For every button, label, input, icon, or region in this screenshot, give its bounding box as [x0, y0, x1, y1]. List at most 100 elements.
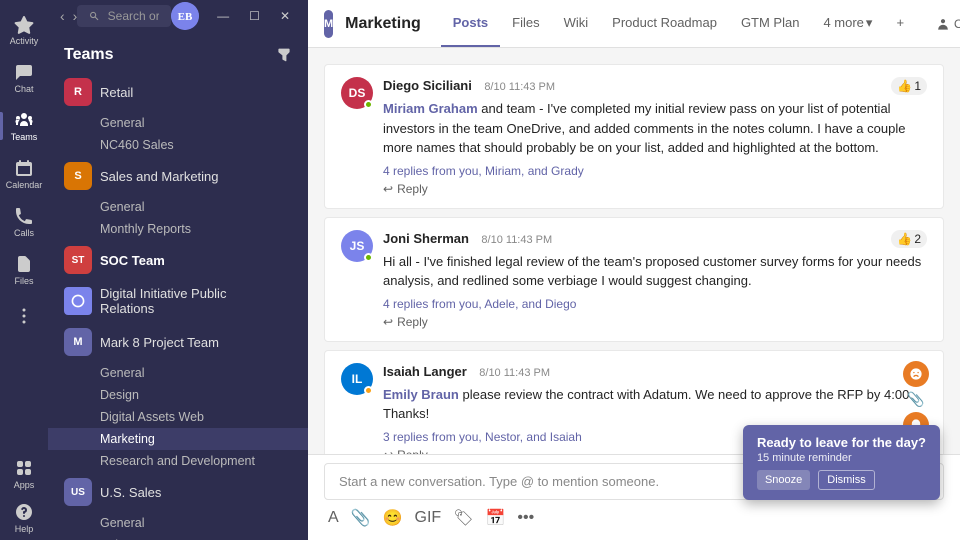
team-item-digital[interactable]: Digital Initiative Public Relations ••• — [48, 280, 308, 322]
snooze-button[interactable]: Snooze — [757, 470, 810, 490]
window-controls: — ☐ ✕ — [211, 7, 296, 25]
team-item-retail[interactable]: R Retail ••• — [48, 72, 308, 112]
channel-title: Marketing — [345, 15, 421, 33]
reply-arrow-icon: ↩ — [383, 448, 393, 455]
more-options-icon[interactable]: ••• — [513, 505, 538, 531]
team-item-soc[interactable]: ST SOC Team ••• — [48, 240, 308, 280]
teams-label: Teams — [11, 132, 38, 142]
sidebar-item-apps[interactable]: Apps — [0, 452, 48, 496]
apps-icon — [14, 458, 34, 478]
sidebar-item-more[interactable] — [0, 300, 48, 332]
channel-mark8-marketing[interactable]: Marketing — [48, 428, 308, 450]
channel-ussales-general[interactable]: General — [48, 512, 308, 534]
channel-mark8-design[interactable]: Design — [48, 384, 308, 406]
tab-gtm-plan[interactable]: GTM Plan — [729, 1, 812, 47]
teams-filter-icon[interactable] — [276, 47, 292, 63]
channel-mark8-general[interactable]: General — [48, 362, 308, 384]
team-item-sales-marketing[interactable]: S Sales and Marketing ••• — [48, 156, 308, 196]
nav-back[interactable]: ‹ — [60, 8, 65, 24]
channel-retail-nc460[interactable]: NC460 Sales — [48, 134, 308, 156]
sidebar-item-calendar[interactable]: Calendar — [0, 152, 48, 196]
channel-ussales-east[interactable]: Sales East — [48, 534, 308, 540]
replies-link[interactable]: 4 replies from you, Miriam, and Grady — [383, 164, 927, 178]
tab-posts[interactable]: Posts — [441, 1, 500, 47]
channel-sales-general[interactable]: General — [48, 196, 308, 218]
status-badge — [364, 386, 373, 395]
team-avatar-sales: S — [64, 162, 92, 190]
toast-text: 15 minute reminder — [757, 452, 926, 464]
channel-mark8-rd[interactable]: Research and Development — [48, 450, 308, 472]
avatar: JS — [341, 230, 373, 262]
format-icon[interactable]: A — [324, 505, 343, 531]
search-input[interactable] — [108, 9, 160, 23]
channel-mark8-digital[interactable]: Digital Assets Web — [48, 406, 308, 428]
message-body: Joni Sherman 8/10 11:43 PM Hi all - I've… — [383, 230, 927, 329]
help-icon — [14, 502, 34, 522]
top-bar-right: EB — ☐ ✕ — [171, 2, 296, 30]
org-button[interactable]: Org — [928, 13, 960, 35]
message-time: 8/10 11:43 PM — [484, 81, 555, 93]
minimize-button[interactable]: — — [211, 7, 235, 25]
channel-header-right: Org Meet ▾ ⓘ ••• — [928, 8, 960, 40]
channel-monthly-reports[interactable]: Monthly Reports — [48, 218, 308, 240]
org-icon — [936, 17, 950, 31]
sidebar-item-chat[interactable]: Chat — [0, 56, 48, 100]
more-icon — [14, 306, 34, 326]
files-label: Files — [14, 276, 33, 286]
reaction-badge[interactable]: 👍 2 — [891, 230, 927, 248]
user-avatar[interactable]: EB — [171, 2, 199, 30]
maximize-button[interactable]: ☐ — [243, 7, 266, 25]
teams-panel-title: Teams — [64, 46, 114, 64]
attach-icon[interactable]: 📎 — [347, 504, 375, 532]
reply-arrow-icon: ↩ — [383, 315, 393, 329]
gif-icon[interactable]: GIF — [411, 505, 446, 531]
dismiss-button[interactable]: Dismiss — [818, 470, 875, 490]
avatar: IL — [341, 363, 373, 395]
tab-product-roadmap[interactable]: Product Roadmap — [600, 1, 729, 47]
emoji-icon[interactable]: 😊 — [379, 504, 407, 532]
channel-retail-general[interactable]: General — [48, 112, 308, 134]
help-label: Help — [15, 524, 34, 534]
search-bar[interactable] — [77, 5, 171, 27]
team-item-ussales[interactable]: US U.S. Sales ••• — [48, 472, 308, 512]
chat-label: Chat — [14, 84, 33, 94]
tab-wiki[interactable]: Wiki — [552, 1, 601, 47]
reply-button[interactable]: ↩ Reply — [383, 315, 927, 329]
sidebar-item-help[interactable]: Help — [0, 496, 48, 540]
team-avatar-soc: ST — [64, 246, 92, 274]
sender-name: Diego Siciliani — [383, 78, 472, 93]
team-name-sales: Sales and Marketing — [100, 169, 267, 184]
reply-button[interactable]: ↩ Reply — [383, 182, 927, 196]
top-bar: ‹ › EB — ☐ ✕ — [48, 0, 308, 32]
chevron-down-icon: ▾ — [866, 15, 873, 31]
tab-more[interactable]: 4 more ▾ — [811, 1, 884, 47]
replies-link[interactable]: 4 replies from you, Adele, and Diego — [383, 297, 927, 311]
message-body: Diego Siciliani 8/10 11:43 PM Miriam Gra… — [383, 77, 927, 196]
status-badge — [364, 100, 373, 109]
sender-name: Joni Sherman — [383, 231, 469, 246]
reaction-icon[interactable] — [903, 361, 929, 387]
search-icon — [89, 9, 99, 23]
team-avatar-mark8: M — [64, 328, 92, 356]
sidebar-item-files[interactable]: Files — [0, 248, 48, 292]
sticker-icon[interactable]: 🏷 — [449, 504, 477, 532]
calls-label: Calls — [14, 228, 34, 238]
team-name-mark8: Mark 8 Project Team — [100, 335, 267, 350]
user-avatar-img: EB — [171, 2, 199, 30]
sidebar-item-teams[interactable]: Teams — [0, 104, 48, 148]
close-button[interactable]: ✕ — [274, 7, 296, 25]
activity-icon — [14, 14, 34, 34]
reaction-badge[interactable]: 👍 1 — [891, 77, 927, 95]
toast-title: Ready to leave for the day? — [757, 435, 926, 450]
add-tab-button[interactable]: + — [884, 1, 916, 47]
sidebar-item-activity[interactable]: Activity — [0, 8, 48, 52]
messages-area: DS Diego Siciliani 8/10 11:43 PM Miriam … — [308, 48, 960, 454]
meet-now-icon[interactable]: 📅 — [482, 504, 510, 532]
sidebar-item-calls[interactable]: Calls — [0, 200, 48, 244]
team-name-digital: Digital Initiative Public Relations — [100, 286, 267, 316]
attachment-icon[interactable]: 📎 — [907, 391, 924, 408]
team-item-mark8[interactable]: M Mark 8 Project Team ••• — [48, 322, 308, 362]
tab-files[interactable]: Files — [500, 1, 551, 47]
calendar-label: Calendar — [6, 180, 43, 190]
apps-label: Apps — [14, 480, 35, 490]
